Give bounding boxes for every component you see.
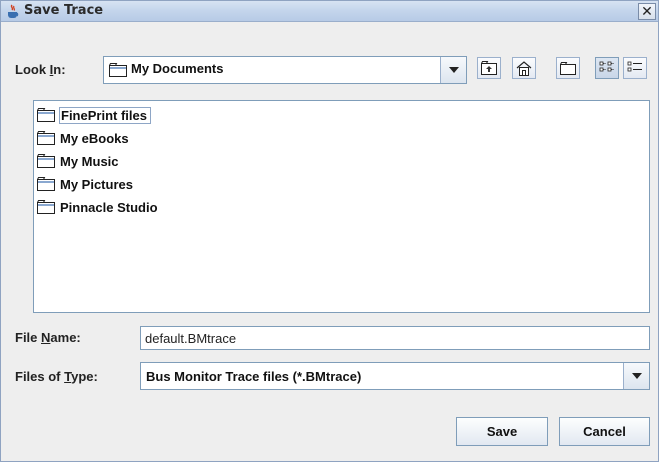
look-in-label-post: n: xyxy=(53,62,66,77)
list-item[interactable]: My Pictures xyxy=(37,175,136,193)
details-view-icon xyxy=(627,61,642,72)
file-list[interactable]: FinePrint files My eBooks My Music My Pictu… xyxy=(33,100,650,313)
window-title: Save Trace xyxy=(24,3,104,18)
folder-icon xyxy=(109,63,127,77)
file-type-label: Files of Type: xyxy=(15,369,98,384)
folder-icon xyxy=(37,200,55,214)
folder-icon xyxy=(37,108,55,122)
file-name-label-mnemonic: N xyxy=(41,330,51,345)
list-item[interactable]: Pinnacle Studio xyxy=(37,198,161,216)
look-in-combo[interactable]: My Documents xyxy=(103,56,467,84)
file-name-label: File Name: xyxy=(15,330,81,345)
file-name-input[interactable] xyxy=(141,327,649,349)
close-icon[interactable]: ✕ xyxy=(638,3,656,20)
home-button[interactable] xyxy=(512,57,536,79)
save-button[interactable]: Save xyxy=(456,417,548,446)
title-bar[interactable]: Save Trace ✕ xyxy=(1,1,658,22)
home-icon xyxy=(516,61,532,76)
folder-icon xyxy=(37,131,55,145)
chevron-down-icon[interactable] xyxy=(623,363,649,389)
folder-icon xyxy=(37,154,55,168)
look-in-value: My Documents xyxy=(131,61,224,76)
new-folder-icon xyxy=(560,62,576,75)
save-trace-dialog: Save Trace ✕ Look In: My Documents FineP… xyxy=(0,0,659,462)
file-name-field[interactable] xyxy=(140,326,650,350)
file-name-text: Pinnacle Studio xyxy=(60,199,158,215)
cancel-button[interactable]: Cancel xyxy=(559,417,650,446)
file-type-combo[interactable]: Bus Monitor Trace files (*.BMtrace) xyxy=(140,362,650,390)
file-name-label-pre: File xyxy=(15,330,42,345)
chevron-down-icon[interactable] xyxy=(440,57,466,83)
file-type-label-post: ype: xyxy=(71,369,98,384)
file-type-label-pre: Files of xyxy=(15,369,65,384)
look-in-label: Look In: xyxy=(15,62,66,77)
up-one-level-button[interactable] xyxy=(477,57,501,79)
up-one-level-icon xyxy=(481,61,497,75)
list-item[interactable]: My Music xyxy=(37,152,122,170)
file-name-text: My Music xyxy=(60,153,119,169)
file-name-text: FinePrint files xyxy=(59,106,151,124)
file-name-label-post: ame: xyxy=(50,330,81,345)
java-cup-icon xyxy=(8,4,19,18)
details-view-button[interactable] xyxy=(623,57,647,79)
file-type-value: Bus Monitor Trace files (*.BMtrace) xyxy=(146,369,362,384)
new-folder-button[interactable] xyxy=(556,57,580,79)
file-name-text: My Pictures xyxy=(60,176,133,192)
file-name-text: My eBooks xyxy=(60,130,129,146)
list-item[interactable]: FinePrint files xyxy=(37,106,151,124)
list-view-button[interactable] xyxy=(595,57,619,79)
folder-icon xyxy=(37,177,55,191)
list-item[interactable]: My eBooks xyxy=(37,129,132,147)
list-view-icon xyxy=(599,61,614,72)
look-in-label-pre: Look xyxy=(15,62,50,77)
